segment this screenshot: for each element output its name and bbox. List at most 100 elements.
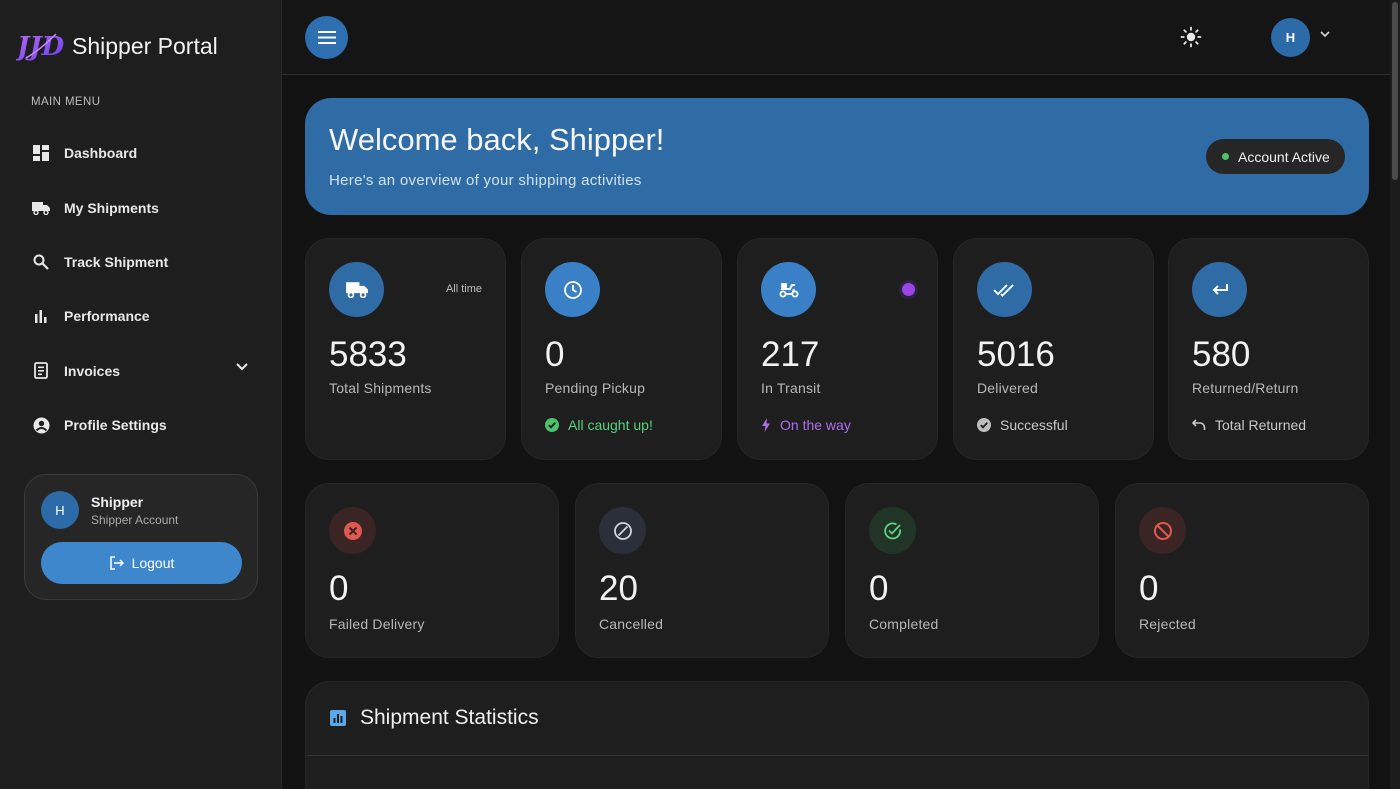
logout-button[interactable]: Logout bbox=[41, 542, 242, 584]
stat-card-delivered[interactable]: 5016 Delivered Successful bbox=[953, 238, 1154, 460]
sidebar-item-dashboard[interactable]: Dashboard bbox=[24, 126, 258, 180]
stat-card-rejected[interactable]: 0 Rejected bbox=[1115, 483, 1369, 658]
topbar: H bbox=[282, 0, 1390, 75]
stat-value: 0 bbox=[545, 335, 565, 374]
user-role: Shipper Account bbox=[91, 513, 179, 527]
stat-card-cancelled[interactable]: 20 Cancelled bbox=[575, 483, 829, 658]
scooter-icon bbox=[761, 262, 816, 317]
stat-value: 0 bbox=[329, 569, 349, 608]
section-title: Shipment Statistics bbox=[360, 706, 539, 729]
stat-footer: Total Returned bbox=[1192, 417, 1306, 433]
sidebar-item-performance[interactable]: Performance bbox=[24, 289, 258, 343]
stat-footer: Successful bbox=[977, 417, 1068, 433]
divider bbox=[306, 755, 1368, 756]
sidebar-item-label: Invoices bbox=[64, 362, 121, 379]
stat-value: 580 bbox=[1192, 335, 1251, 374]
stat-label: Cancelled bbox=[599, 616, 664, 632]
stat-footer-label: Total Returned bbox=[1215, 417, 1307, 433]
stat-card-failed-delivery[interactable]: 0 Failed Delivery bbox=[305, 483, 559, 658]
sidebar-item-label: Track Shipment bbox=[64, 253, 169, 270]
truck-icon bbox=[32, 199, 50, 217]
page-scrollbar[interactable] bbox=[1390, 0, 1400, 789]
stat-footer-label: All caught up! bbox=[568, 417, 653, 433]
stat-label: Total Shipments bbox=[329, 380, 432, 396]
sun-icon bbox=[1180, 26, 1202, 48]
menu-toggle-button[interactable] bbox=[305, 16, 348, 59]
bar-chart-icon bbox=[32, 307, 50, 325]
sidebar-item-profile-settings[interactable]: Profile Settings bbox=[24, 398, 258, 452]
status-badge: Account Active bbox=[1206, 139, 1345, 174]
stat-card-total-shipments[interactable]: All time 5833 Total Shipments bbox=[305, 238, 506, 460]
dashboard-icon bbox=[32, 144, 50, 162]
stat-value: 5016 bbox=[977, 335, 1055, 374]
brand[interactable]: JJD Shipper Portal bbox=[16, 28, 218, 64]
chart-icon bbox=[330, 710, 346, 726]
stat-label: Delivered bbox=[977, 380, 1038, 396]
logout-label: Logout bbox=[131, 555, 175, 571]
return-arrow-icon bbox=[1192, 262, 1247, 317]
block-icon bbox=[1139, 507, 1186, 554]
invoice-icon bbox=[32, 362, 50, 380]
undo-icon bbox=[1192, 419, 1206, 430]
stat-footer-label: Successful bbox=[1000, 417, 1068, 433]
sidebar-item-label: Performance bbox=[64, 308, 150, 325]
sidebar-item-label: Dashboard bbox=[64, 145, 138, 162]
stat-value: 20 bbox=[599, 569, 638, 608]
stat-card-pending-pickup[interactable]: 0 Pending Pickup All caught up! bbox=[521, 238, 722, 460]
sidebar-item-label: My Shipments bbox=[64, 199, 159, 216]
hamburger-icon bbox=[317, 31, 336, 44]
lightning-icon bbox=[762, 418, 770, 432]
theme-toggle-button[interactable] bbox=[1179, 25, 1203, 49]
x-circle-icon bbox=[329, 507, 376, 554]
double-check-icon bbox=[977, 262, 1032, 317]
stat-label: Failed Delivery bbox=[329, 616, 425, 632]
sidebar-item-track-shipment[interactable]: Track Shipment bbox=[24, 235, 258, 289]
stat-value: 217 bbox=[761, 335, 820, 374]
shipment-statistics-panel: Shipment Statistics bbox=[305, 681, 1369, 789]
user-avatar-button[interactable]: H bbox=[1271, 18, 1310, 57]
stat-card-in-transit[interactable]: 217 In Transit On the way bbox=[737, 238, 938, 460]
banner-subtitle: Here's an overview of your shipping acti… bbox=[329, 172, 642, 189]
avatar: H bbox=[41, 491, 79, 529]
brand-logo-icon: JJD bbox=[16, 32, 64, 62]
time-range-tag: All time bbox=[445, 283, 482, 295]
stat-label: Returned/Return bbox=[1192, 380, 1299, 396]
stat-label: Completed bbox=[869, 616, 939, 632]
stat-card-completed[interactable]: 0 Completed bbox=[845, 483, 1099, 658]
welcome-banner: Welcome back, Shipper! Here's an overvie… bbox=[305, 98, 1369, 215]
stat-value: 0 bbox=[869, 569, 889, 608]
scrollbar-thumb[interactable] bbox=[1392, 2, 1398, 180]
menu-caption: MAIN MENU bbox=[31, 96, 101, 108]
svg-text:JJD: JJD bbox=[16, 32, 64, 62]
page-title: Welcome back, Shipper! bbox=[329, 122, 665, 157]
check-circle-icon bbox=[869, 507, 916, 554]
sidebar-nav: Dashboard My Shipments Track Shipment Pe… bbox=[24, 126, 258, 452]
status-dot-icon bbox=[1222, 153, 1229, 160]
sidebar-item-label: Profile Settings bbox=[64, 417, 167, 434]
sidebar-item-invoices[interactable]: Invoices bbox=[24, 344, 258, 398]
sidebar-item-my-shipments[interactable]: My Shipments bbox=[24, 180, 258, 234]
stat-label: Pending Pickup bbox=[545, 380, 646, 396]
chevron-down-icon[interactable] bbox=[236, 362, 248, 371]
user-card: H Shipper Shipper Account Logout bbox=[24, 474, 258, 600]
search-icon bbox=[32, 253, 50, 271]
check-circle-icon bbox=[977, 418, 991, 432]
brand-title: Shipper Portal bbox=[72, 32, 218, 59]
chevron-down-icon[interactable] bbox=[1320, 31, 1330, 38]
stat-footer-label: On the way bbox=[780, 417, 851, 433]
status-badge-label: Account Active bbox=[1238, 148, 1330, 165]
sidebar: JJD Shipper Portal MAIN MENU Dashboard M… bbox=[0, 0, 282, 789]
account-circle-icon bbox=[32, 416, 50, 434]
check-circle-icon bbox=[545, 418, 559, 432]
statistics-header: Shipment Statistics bbox=[330, 706, 539, 730]
clock-icon bbox=[545, 262, 600, 317]
stat-footer: On the way bbox=[761, 417, 851, 433]
stat-value: 5833 bbox=[329, 335, 407, 374]
truck-icon bbox=[329, 262, 384, 317]
stat-card-returned[interactable]: 580 Returned/Return Total Returned bbox=[1168, 238, 1369, 460]
stat-value: 0 bbox=[1139, 569, 1159, 608]
slash-circle-icon bbox=[599, 507, 646, 554]
stat-footer: All caught up! bbox=[545, 417, 653, 433]
logout-icon bbox=[109, 556, 124, 570]
stat-label: Rejected bbox=[1139, 616, 1196, 632]
